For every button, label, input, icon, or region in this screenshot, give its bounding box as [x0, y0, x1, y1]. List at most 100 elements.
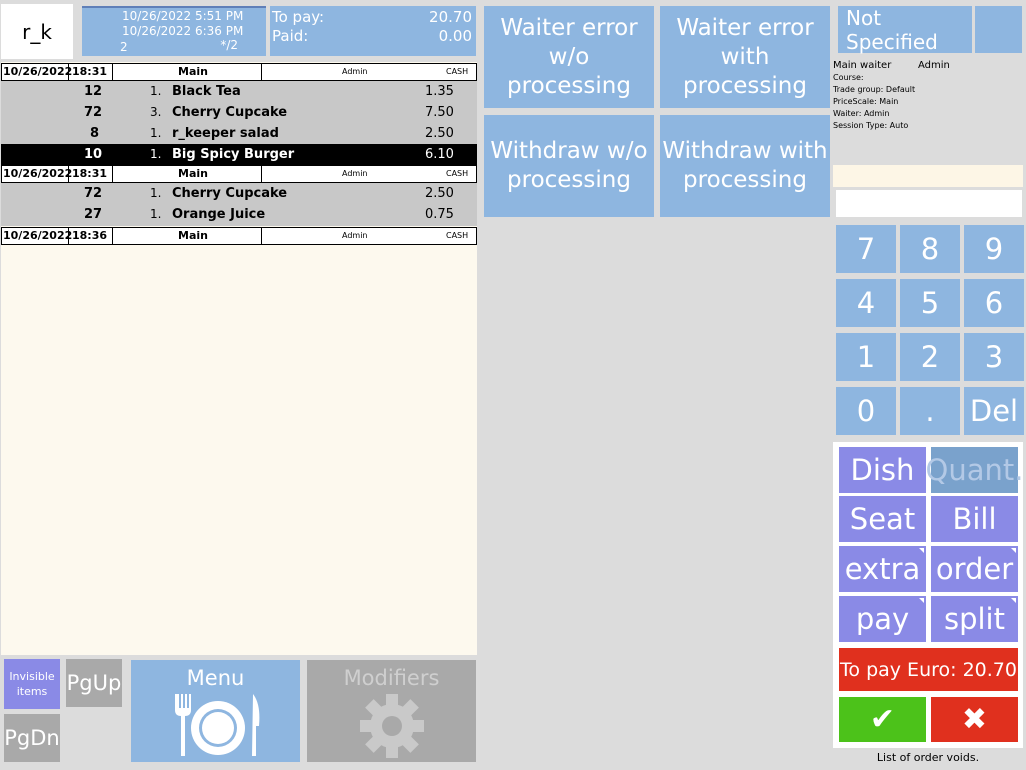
waiter-error-with-processing-button[interactable]: Waiter error with processing — [660, 6, 830, 108]
extra-header-button[interactable] — [975, 6, 1022, 53]
group-payment: CASH — [446, 231, 469, 240]
order-details: Main waiter Admin Course: Trade group: D… — [830, 58, 1026, 164]
not-specified-button[interactable]: Not Specified — [838, 5, 972, 54]
key-1[interactable]: 1 — [836, 333, 896, 381]
paid-label: Paid: — [272, 27, 309, 45]
submenu-indicator-icon — [1011, 548, 1016, 553]
item-qty: 1. — [150, 126, 162, 140]
key-label: 9 — [984, 232, 1004, 266]
list-item-selected[interactable]: 10 1. Big Spicy Burger 6.10 — [1, 144, 477, 165]
modifiers-label: Modifiers — [343, 666, 440, 690]
item-name: Black Tea — [172, 84, 241, 99]
extra-label: extra — [844, 552, 921, 586]
extra-button[interactable]: extra — [839, 546, 926, 592]
paid-value: 0.00 — [438, 27, 472, 45]
key-delete[interactable]: Del — [964, 387, 1024, 435]
split-button[interactable]: split — [931, 596, 1018, 642]
item-code: 72 — [84, 186, 103, 201]
item-name: Big Spicy Burger — [172, 147, 295, 162]
item-price: 6.10 — [425, 147, 454, 162]
key-9[interactable]: 9 — [964, 225, 1024, 273]
item-code: 8 — [90, 126, 100, 141]
key-label: 2 — [920, 340, 940, 374]
ok-button[interactable]: ✔ — [839, 697, 926, 742]
key-3[interactable]: 3 — [964, 333, 1024, 381]
group-course: Main — [178, 65, 208, 78]
list-item[interactable]: 72 3. Cherry Cupcake 7.50 — [1, 102, 477, 123]
submenu-indicator-icon — [1011, 598, 1016, 603]
key-2[interactable]: 2 — [900, 333, 960, 381]
item-price: 2.50 — [425, 186, 454, 201]
bill-button[interactable]: Bill — [931, 496, 1018, 542]
order-group-items: 12 1. Black Tea 1.35 72 3. Cherry Cupcak… — [1, 81, 477, 165]
key-4[interactable]: 4 — [836, 279, 896, 327]
plate-cutlery-icon — [174, 694, 259, 756]
to-pay-euro-button[interactable]: To pay Euro: 20.70 — [839, 648, 1018, 691]
list-item[interactable]: 12 1. Black Tea 1.35 — [1, 81, 477, 102]
modifiers-button[interactable]: Modifiers — [307, 660, 476, 762]
item-code: 72 — [84, 105, 103, 120]
group-waiter: Admin — [342, 169, 368, 178]
menu-button[interactable]: Menu — [131, 660, 300, 762]
item-price: 1.35 — [425, 84, 454, 99]
key-7[interactable]: 7 — [836, 225, 896, 273]
list-item[interactable]: 8 1. r_keeper salad 2.50 — [1, 123, 477, 144]
list-item[interactable]: 27 1. Orange Juice 0.75 — [1, 204, 477, 225]
submenu-indicator-icon — [919, 598, 924, 603]
withdraw-with-processing-button[interactable]: Withdraw with processing — [660, 115, 830, 217]
check-icon: ✔ — [869, 702, 896, 737]
cancel-button[interactable]: ✖ — [931, 697, 1018, 742]
withdraw-with-label: Withdraw with processing — [662, 138, 828, 193]
main-waiter-value: Admin — [918, 60, 950, 71]
split-label: split — [943, 602, 1005, 636]
key-decimal[interactable]: . — [900, 387, 960, 435]
key-0[interactable]: 0 — [836, 387, 896, 435]
key-5[interactable]: 5 — [900, 279, 960, 327]
seat-button[interactable]: Seat — [839, 496, 926, 542]
status-footer-text: List of order voids. — [876, 751, 980, 764]
opened-time: 10/26/2022 5:51 PM — [122, 9, 244, 23]
waiter-info: Waiter: Admin — [833, 109, 890, 118]
group-date: 10/26/2022 — [3, 229, 73, 242]
group-date: 10/26/2022 — [3, 167, 73, 180]
waiter-error-wo-label: Waiter error w/o processing — [500, 14, 638, 99]
key-label: 0 — [856, 394, 876, 428]
item-price: 0.75 — [425, 207, 454, 222]
item-qty: 1. — [150, 207, 162, 221]
group-date: 10/26/2022 — [3, 65, 73, 78]
pgdn-button[interactable]: PgDn — [4, 714, 60, 762]
key-label: . — [925, 394, 935, 428]
key-6[interactable]: 6 — [964, 279, 1024, 327]
key-label: 4 — [856, 286, 876, 320]
order-list[interactable]: 10/26/2022 18:31 Main Admin CASH 12 1. B… — [1, 62, 477, 655]
quantity-button[interactable]: Quant. — [926, 447, 1023, 493]
key-label: 1 — [856, 340, 876, 374]
numeric-input[interactable] — [836, 190, 1022, 217]
order-button[interactable]: order — [931, 546, 1018, 592]
item-name: r_keeper salad — [172, 126, 279, 141]
dish-button[interactable]: Dish — [839, 447, 926, 493]
pay-button[interactable]: pay — [839, 596, 926, 642]
table-number: 2 — [120, 40, 128, 54]
withdraw-wo-processing-button[interactable]: Withdraw w/o processing — [484, 115, 654, 217]
pgup-button[interactable]: PgUp — [66, 659, 122, 707]
waiter-error-with-label: Waiter error with processing — [676, 14, 814, 99]
waiter-error-wo-processing-button[interactable]: Waiter error w/o processing — [484, 6, 654, 108]
payment-summary: To pay: 20.70 Paid: 0.00 — [270, 6, 476, 56]
menu-label: Menu — [186, 666, 245, 690]
key-8[interactable]: 8 — [900, 225, 960, 273]
item-code: 10 — [84, 147, 103, 162]
item-code: 12 — [84, 84, 103, 99]
price-scale-info: PriceScale: Main — [833, 97, 899, 106]
order-group-header: 10/26/2022 18:31 Main Admin CASH — [1, 63, 477, 81]
group-payment: CASH — [446, 169, 469, 178]
order-header-info: 10/26/2022 5:51 PM 10/26/2022 6:36 PM 2 … — [82, 6, 266, 56]
invisible-items-button[interactable]: Invisible items — [4, 659, 60, 709]
item-name: Cherry Cupcake — [172, 186, 288, 201]
not-specified-label: Not Specified — [846, 5, 938, 54]
logo-text: r_k — [22, 19, 52, 44]
group-time: 18:36 — [72, 229, 108, 242]
list-item[interactable]: 72 1. Cherry Cupcake 2.50 — [1, 183, 477, 204]
group-payment: CASH — [446, 67, 469, 76]
withdraw-wo-label: Withdraw w/o processing — [490, 138, 648, 193]
